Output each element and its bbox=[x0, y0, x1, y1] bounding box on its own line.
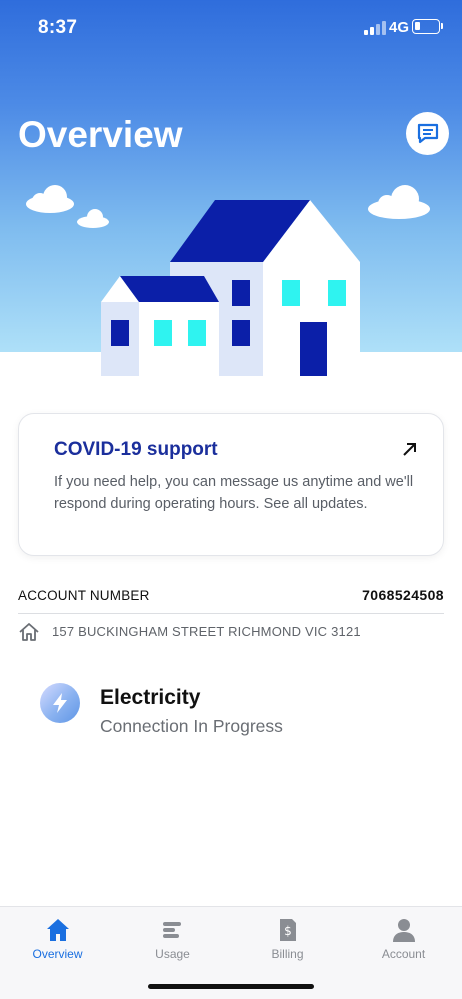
tab-overview[interactable]: Overview bbox=[0, 907, 115, 969]
svg-text:$: $ bbox=[284, 924, 292, 938]
external-arrow-icon bbox=[403, 443, 416, 456]
tab-label: Overview bbox=[32, 947, 83, 961]
tab-billing[interactable]: $ Billing bbox=[230, 907, 345, 969]
lightning-icon bbox=[40, 683, 80, 723]
address-row: 157 BUCKINGHAM STREET RICHMOND VIC 3121 bbox=[18, 620, 444, 644]
tab-label: Billing bbox=[271, 947, 304, 961]
covid-card-title: COVID-19 support bbox=[54, 439, 218, 460]
houses-illustration bbox=[101, 200, 360, 376]
home-icon bbox=[46, 919, 69, 941]
divider bbox=[18, 613, 444, 614]
electricity-service[interactable]: Electricity Connection In Progress bbox=[40, 683, 420, 743]
account-number-value: 7068524508 bbox=[362, 587, 444, 603]
home-outline-icon bbox=[19, 623, 39, 641]
usage-icon bbox=[162, 922, 181, 938]
account-number-row: ACCOUNT NUMBER 7068524508 bbox=[18, 586, 444, 606]
tab-label: Usage bbox=[155, 947, 190, 961]
covid-support-card[interactable]: COVID-19 support If you need help, you c… bbox=[18, 413, 444, 556]
tab-account[interactable]: Account bbox=[345, 907, 462, 969]
service-status: Connection In Progress bbox=[100, 716, 283, 736]
address-text: 157 BUCKINGHAM STREET RICHMOND VIC 3121 bbox=[52, 624, 361, 639]
tab-usage[interactable]: Usage bbox=[115, 907, 230, 969]
home-indicator bbox=[148, 984, 314, 989]
tab-label: Account bbox=[381, 947, 426, 961]
service-title: Electricity bbox=[100, 686, 201, 709]
account-icon bbox=[392, 919, 415, 942]
billing-icon: $ bbox=[279, 919, 296, 941]
covid-card-body: If you need help, you can message us any… bbox=[54, 474, 414, 512]
account-number-label: ACCOUNT NUMBER bbox=[18, 588, 150, 603]
